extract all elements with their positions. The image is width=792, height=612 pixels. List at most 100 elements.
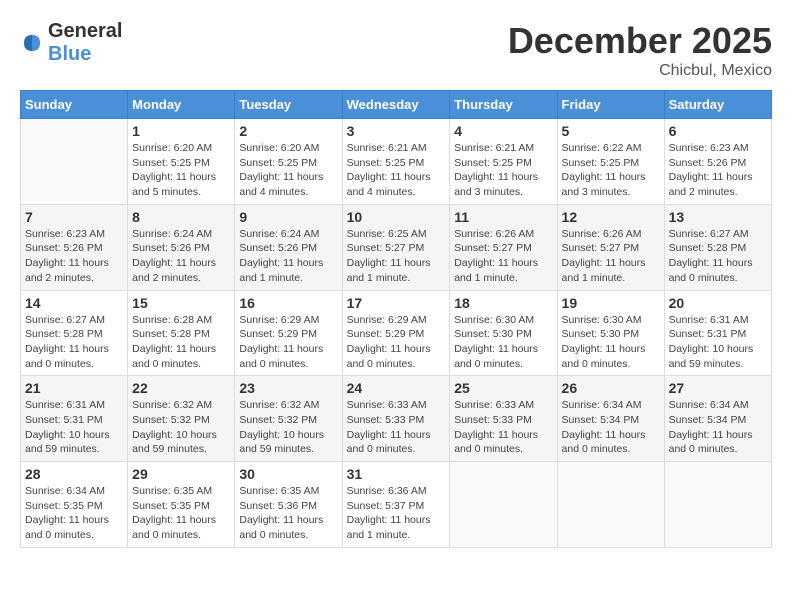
day-number: 20 <box>669 295 767 311</box>
calendar-cell: 14 Sunrise: 6:27 AM Sunset: 5:28 PM Dayli… <box>21 290 128 376</box>
calendar-cell: 31Sunrise: 6:36 AM Sunset: 5:37 PM Dayli… <box>342 462 450 548</box>
calendar-cell: 21 Sunrise: 6:31 AM Sunset: 5:31 PM Dayli… <box>21 376 128 462</box>
logo-icon <box>20 31 44 55</box>
calendar-cell: 19Sunrise: 6:30 AM Sunset: 5:30 PM Dayli… <box>557 290 664 376</box>
title-area: December 2025 Chicbul, Mexico <box>508 20 772 80</box>
column-header-thursday: Thursday <box>450 91 557 119</box>
calendar-cell: 10 Sunrise: 6:25 AM Sunset: 5:27 PM Dayli… <box>342 204 450 290</box>
calendar-cell: 13 Sunrise: 6:27 AM Sunset: 5:28 PM Dayli… <box>664 204 771 290</box>
calendar-cell: 26Sunrise: 6:34 AM Sunset: 5:34 PM Dayli… <box>557 376 664 462</box>
calendar-table: SundayMondayTuesdayWednesdayThursdayFrid… <box>20 90 772 548</box>
cell-info: Sunrise: 6:33 AM Sunset: 5:33 PM Dayligh… <box>454 398 552 457</box>
calendar-cell: 9 Sunrise: 6:24 AM Sunset: 5:26 PM Daylig… <box>235 204 342 290</box>
cell-info: Sunrise: 6:35 AM Sunset: 5:36 PM Dayligh… <box>239 484 337 543</box>
calendar-cell: 1Sunrise: 6:20 AM Sunset: 5:25 PM Daylig… <box>128 119 235 205</box>
cell-info: Sunrise: 6:32 AM Sunset: 5:32 PM Dayligh… <box>239 398 337 457</box>
cell-info: Sunrise: 6:35 AM Sunset: 5:35 PM Dayligh… <box>132 484 230 543</box>
calendar-cell: 29Sunrise: 6:35 AM Sunset: 5:35 PM Dayli… <box>128 462 235 548</box>
logo-text: General Blue <box>48 20 122 66</box>
day-number: 3 <box>347 123 446 139</box>
calendar-cell: 16 Sunrise: 6:29 AM Sunset: 5:29 PM Dayli… <box>235 290 342 376</box>
calendar-cell: 27Sunrise: 6:34 AM Sunset: 5:34 PM Dayli… <box>664 376 771 462</box>
calendar-cell: 22Sunrise: 6:32 AM Sunset: 5:32 PM Dayli… <box>128 376 235 462</box>
day-number: 28 <box>25 466 123 482</box>
cell-info: Sunrise: 6:30 AM Sunset: 5:30 PM Dayligh… <box>454 313 552 372</box>
column-header-sunday: Sunday <box>21 91 128 119</box>
calendar-cell: 15 Sunrise: 6:28 AM Sunset: 5:28 PM Dayli… <box>128 290 235 376</box>
calendar-cell: 11 Sunrise: 6:26 AM Sunset: 5:27 PM Dayli… <box>450 204 557 290</box>
column-header-wednesday: Wednesday <box>342 91 450 119</box>
cell-info: Sunrise: 6:26 AM Sunset: 5:27 PM Dayligh… <box>562 227 660 286</box>
day-number: 16 <box>239 295 337 311</box>
day-number: 13 <box>669 209 767 225</box>
calendar-cell <box>664 462 771 548</box>
calendar-cell: 2 Sunrise: 6:20 AM Sunset: 5:25 PM Daylig… <box>235 119 342 205</box>
cell-info: Sunrise: 6:29 AM Sunset: 5:29 PM Dayligh… <box>347 313 446 372</box>
calendar-cell <box>557 462 664 548</box>
cell-info: Sunrise: 6:24 AM Sunset: 5:26 PM Dayligh… <box>239 227 337 286</box>
calendar-cell: 18Sunrise: 6:30 AM Sunset: 5:30 PM Dayli… <box>450 290 557 376</box>
cell-info: Sunrise: 6:25 AM Sunset: 5:27 PM Dayligh… <box>347 227 446 286</box>
logo: General Blue <box>20 20 122 66</box>
day-number: 9 <box>239 209 337 225</box>
day-number: 14 <box>25 295 123 311</box>
calendar-header-row: SundayMondayTuesdayWednesdayThursdayFrid… <box>21 91 772 119</box>
cell-info: Sunrise: 6:20 AM Sunset: 5:25 PM Dayligh… <box>239 141 337 200</box>
cell-info: Sunrise: 6:29 AM Sunset: 5:29 PM Dayligh… <box>239 313 337 372</box>
cell-info: Sunrise: 6:21 AM Sunset: 5:25 PM Dayligh… <box>347 141 446 200</box>
cell-info: Sunrise: 6:24 AM Sunset: 5:26 PM Dayligh… <box>132 227 230 286</box>
calendar-cell: 17 Sunrise: 6:29 AM Sunset: 5:29 PM Dayli… <box>342 290 450 376</box>
day-number: 1 <box>132 123 230 139</box>
calendar-week-row: 28 Sunrise: 6:34 AM Sunset: 5:35 PM Dayli… <box>21 462 772 548</box>
cell-info: Sunrise: 6:21 AM Sunset: 5:25 PM Dayligh… <box>454 141 552 200</box>
calendar-cell: 5Sunrise: 6:22 AM Sunset: 5:25 PM Daylig… <box>557 119 664 205</box>
column-header-friday: Friday <box>557 91 664 119</box>
calendar-cell: 23 Sunrise: 6:32 AM Sunset: 5:32 PM Dayli… <box>235 376 342 462</box>
calendar-cell: 30 Sunrise: 6:35 AM Sunset: 5:36 PM Dayli… <box>235 462 342 548</box>
day-number: 21 <box>25 380 123 396</box>
day-number: 12 <box>562 209 660 225</box>
calendar-cell: 6Sunrise: 6:23 AM Sunset: 5:26 PM Daylig… <box>664 119 771 205</box>
day-number: 23 <box>239 380 337 396</box>
cell-info: Sunrise: 6:26 AM Sunset: 5:27 PM Dayligh… <box>454 227 552 286</box>
calendar-cell: 3 Sunrise: 6:21 AM Sunset: 5:25 PM Daylig… <box>342 119 450 205</box>
cell-info: Sunrise: 6:23 AM Sunset: 5:26 PM Dayligh… <box>669 141 767 200</box>
calendar-week-row: 21 Sunrise: 6:31 AM Sunset: 5:31 PM Dayli… <box>21 376 772 462</box>
day-number: 15 <box>132 295 230 311</box>
day-number: 31 <box>347 466 446 482</box>
day-number: 11 <box>454 209 552 225</box>
column-header-saturday: Saturday <box>664 91 771 119</box>
calendar-cell: 7Sunrise: 6:23 AM Sunset: 5:26 PM Daylig… <box>21 204 128 290</box>
calendar-cell: 24 Sunrise: 6:33 AM Sunset: 5:33 PM Dayli… <box>342 376 450 462</box>
page-header: General Blue December 2025 Chicbul, Mexi… <box>20 20 772 80</box>
day-number: 30 <box>239 466 337 482</box>
calendar-cell <box>21 119 128 205</box>
cell-info: Sunrise: 6:27 AM Sunset: 5:28 PM Dayligh… <box>669 227 767 286</box>
cell-info: Sunrise: 6:33 AM Sunset: 5:33 PM Dayligh… <box>347 398 446 457</box>
cell-info: Sunrise: 6:28 AM Sunset: 5:28 PM Dayligh… <box>132 313 230 372</box>
day-number: 24 <box>347 380 446 396</box>
cell-info: Sunrise: 6:34 AM Sunset: 5:35 PM Dayligh… <box>25 484 123 543</box>
cell-info: Sunrise: 6:27 AM Sunset: 5:28 PM Dayligh… <box>25 313 123 372</box>
calendar-cell: 8Sunrise: 6:24 AM Sunset: 5:26 PM Daylig… <box>128 204 235 290</box>
calendar-cell: 28 Sunrise: 6:34 AM Sunset: 5:35 PM Dayli… <box>21 462 128 548</box>
cell-info: Sunrise: 6:30 AM Sunset: 5:30 PM Dayligh… <box>562 313 660 372</box>
month-title: December 2025 <box>508 20 772 62</box>
cell-info: Sunrise: 6:31 AM Sunset: 5:31 PM Dayligh… <box>25 398 123 457</box>
day-number: 22 <box>132 380 230 396</box>
calendar-week-row: 7Sunrise: 6:23 AM Sunset: 5:26 PM Daylig… <box>21 204 772 290</box>
cell-info: Sunrise: 6:31 AM Sunset: 5:31 PM Dayligh… <box>669 313 767 372</box>
calendar-week-row: 1 Sunrise: 6:20 AM Sunset: 5:25 PM Daylig… <box>21 119 772 205</box>
calendar-cell: 20 Sunrise: 6:31 AM Sunset: 5:31 PM Dayli… <box>664 290 771 376</box>
calendar-cell: 25Sunrise: 6:33 AM Sunset: 5:33 PM Dayli… <box>450 376 557 462</box>
cell-info: Sunrise: 6:22 AM Sunset: 5:25 PM Dayligh… <box>562 141 660 200</box>
day-number: 4 <box>454 123 552 139</box>
calendar-week-row: 14 Sunrise: 6:27 AM Sunset: 5:28 PM Dayli… <box>21 290 772 376</box>
day-number: 7 <box>25 209 123 225</box>
cell-info: Sunrise: 6:34 AM Sunset: 5:34 PM Dayligh… <box>669 398 767 457</box>
day-number: 17 <box>347 295 446 311</box>
day-number: 10 <box>347 209 446 225</box>
cell-info: Sunrise: 6:34 AM Sunset: 5:34 PM Dayligh… <box>562 398 660 457</box>
day-number: 2 <box>239 123 337 139</box>
logo-general: General <box>48 20 122 42</box>
